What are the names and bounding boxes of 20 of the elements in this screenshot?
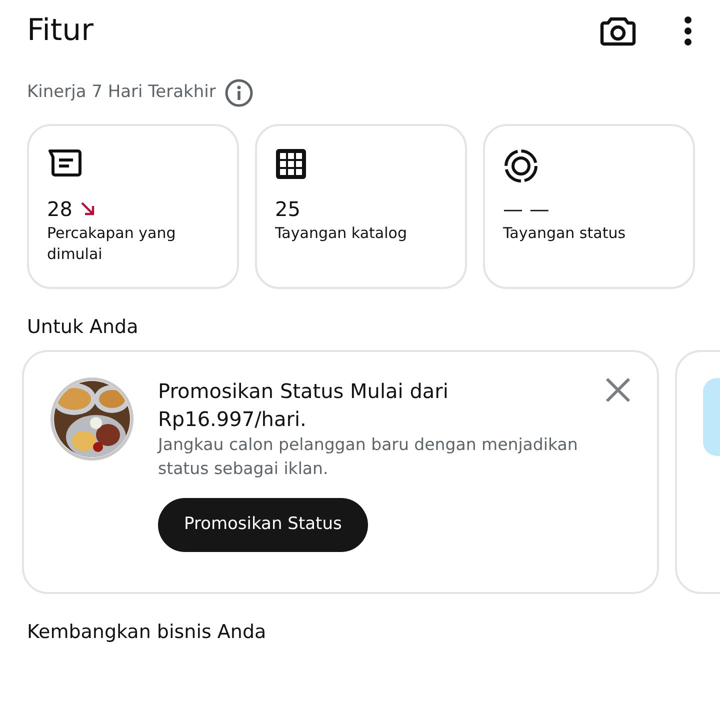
stat-label: Tayangan status (503, 223, 627, 244)
camera-icon[interactable] (600, 15, 636, 47)
promote-button[interactable]: Promosikan Status (158, 498, 368, 552)
stat-value: 28 (47, 199, 72, 219)
promo-title: Promosikan Status Mulai dari Rp16.997/hari. (158, 378, 450, 432)
status-ring-icon (503, 148, 539, 184)
close-icon[interactable] (605, 376, 631, 402)
section-heading: Kembangkan bisnis Anda (27, 620, 268, 644)
stat-label: Percakapan yang dimulai (47, 223, 177, 265)
chat-icon (47, 148, 83, 178)
stat-label: Tayangan katalog (275, 223, 408, 244)
section-label: Kinerja 7 Hari Terakhir (27, 81, 216, 104)
info-icon[interactable] (224, 78, 254, 108)
section-heading: Untuk Anda (27, 315, 140, 340)
page-title: Fitur (27, 16, 95, 46)
more-menu-icon[interactable] (684, 16, 692, 46)
stat-value: — — (503, 199, 550, 219)
grid-icon (275, 148, 307, 180)
promo-description: Jangkau calon pelanggan baru dengan menjadikan status sebagai iklan. (158, 434, 579, 480)
stat-value: 25 (275, 199, 300, 219)
